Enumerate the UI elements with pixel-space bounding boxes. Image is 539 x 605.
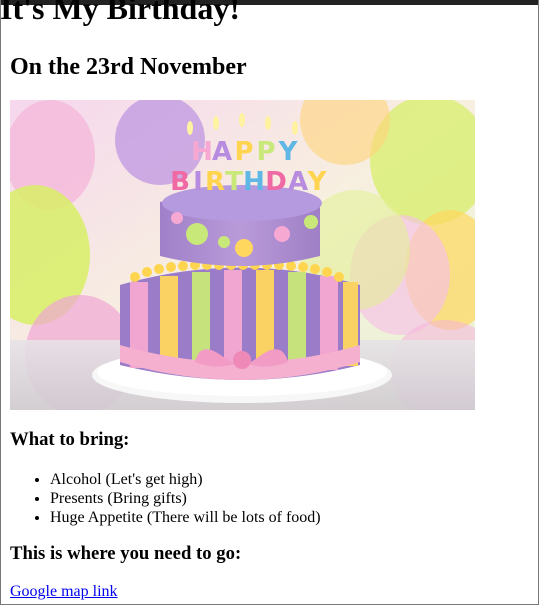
svg-text:B: B bbox=[170, 167, 190, 197]
svg-text:R: R bbox=[205, 167, 225, 197]
svg-text:P: P bbox=[234, 137, 253, 167]
svg-text:T: T bbox=[225, 167, 243, 197]
what-to-bring-heading: What to bring: bbox=[10, 429, 130, 450]
svg-text:P: P bbox=[256, 137, 275, 167]
svg-text:H: H bbox=[191, 137, 213, 167]
google-map-link[interactable]: Google map link bbox=[10, 582, 118, 602]
frame-left-border bbox=[0, 0, 1, 605]
svg-text:A: A bbox=[288, 167, 308, 197]
svg-text:D: D bbox=[265, 167, 287, 197]
svg-text:Y: Y bbox=[278, 137, 299, 167]
page-subtitle: On the 23rd November bbox=[10, 54, 247, 80]
svg-text:Y: Y bbox=[307, 167, 328, 197]
list-item: Alcohol (Let's get high) bbox=[50, 470, 321, 489]
birthday-cake-image: H A P P Y B I R T H D A Y bbox=[10, 100, 475, 410]
list-item: Huge Appetite (There will be lots of foo… bbox=[50, 508, 321, 527]
svg-text:A: A bbox=[212, 137, 232, 167]
svg-text:I: I bbox=[193, 167, 203, 197]
list-item: Presents (Bring gifts) bbox=[50, 489, 321, 508]
svg-text:H: H bbox=[243, 167, 265, 197]
bring-list: Alcohol (Let's get high) Presents (Bring… bbox=[32, 470, 321, 527]
directions-heading: This is where you need to go: bbox=[10, 543, 242, 564]
page-title: It's My Birthday! bbox=[0, 0, 240, 26]
